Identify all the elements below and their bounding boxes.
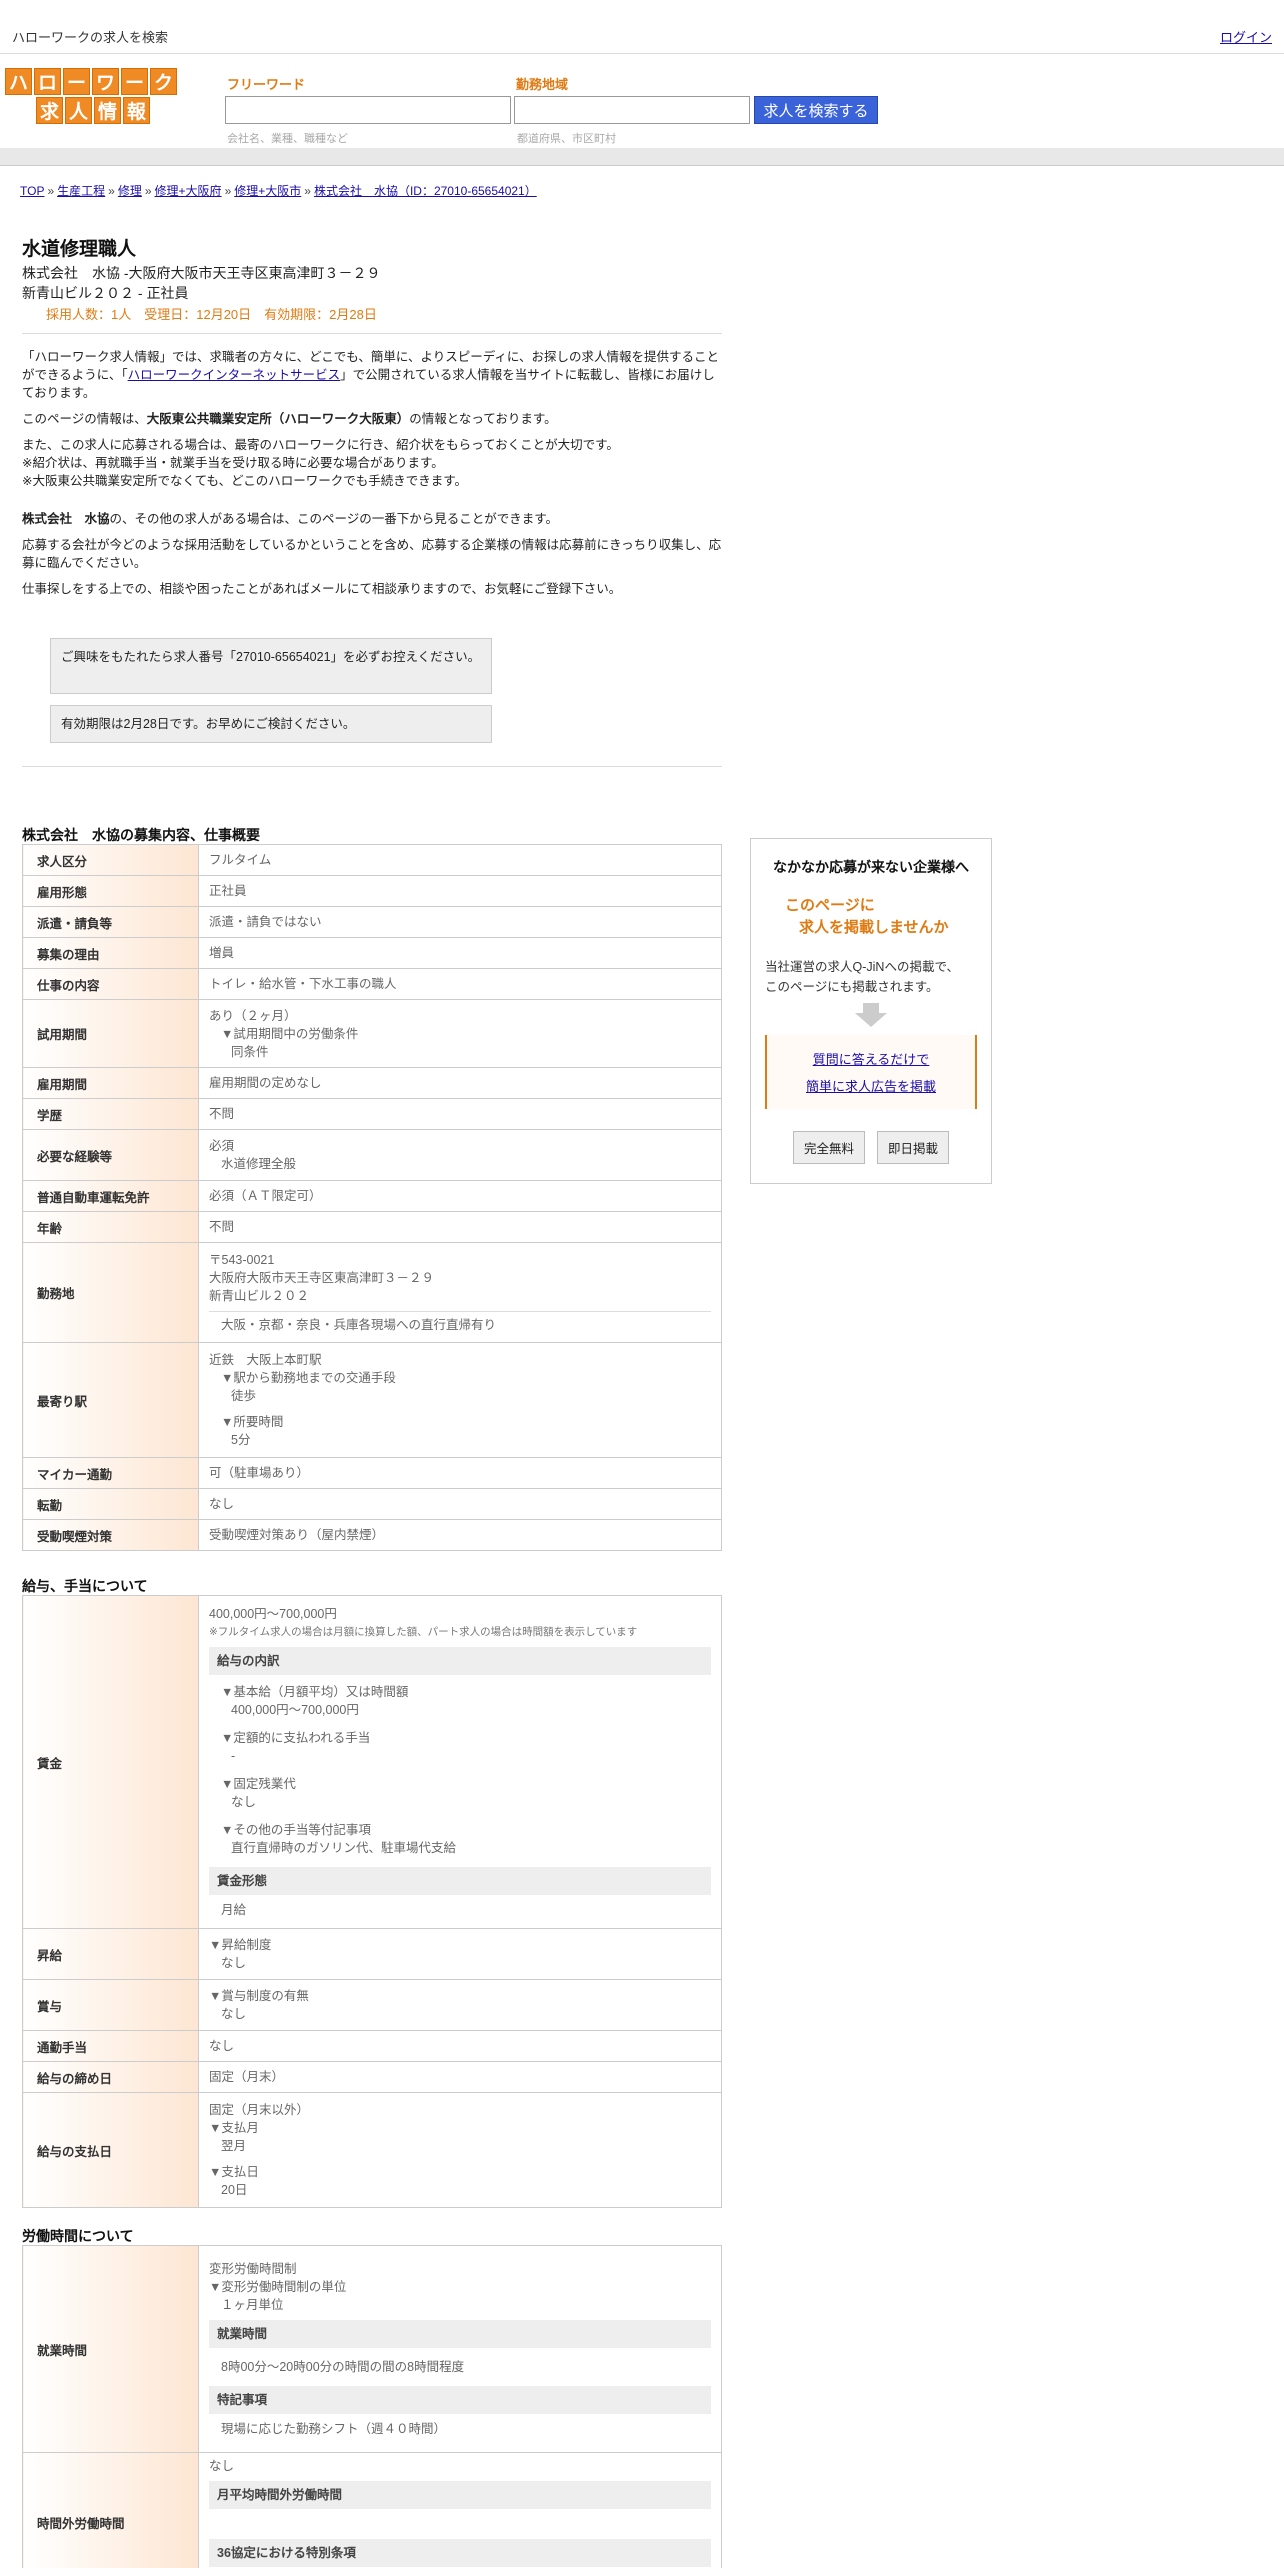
row-label: 勤務地 (22, 1242, 199, 1343)
row-label: 学歴 (22, 1098, 199, 1130)
row-value: フルタイム (198, 844, 722, 876)
row-label: 必要な経験等 (22, 1129, 199, 1181)
row-value: ▼賞与制度の有無 なし (198, 1979, 722, 2031)
ad-title: なかなか応募が来ない企業様へ (773, 859, 969, 875)
login-link[interactable]: ログイン (1220, 27, 1272, 46)
row-value: 受動喫煙対策あり（屋内禁煙） (198, 1519, 722, 1551)
breadcrumb: TOP» 生産工程» 修理» 修理+大阪府» 修理+大阪市» 株式会社 水協（ID：270… (20, 184, 537, 198)
advertise-box: なかなか応募が来ない企業様へ このページに 求人を掲載しませんか 当社運営の求人… (750, 838, 992, 1184)
row-value: あり（２ヶ月） ▼試用期間中の労働条件 同条件 (198, 999, 722, 1068)
logo[interactable]: ハ ロ ー ワ ー ク 求 人 情 報 (5, 68, 181, 126)
salary-table: 賃金 400,000円〜700,000円 ※フルタイム求人の場合は月額に換算した… (22, 1595, 722, 2208)
down-arrow-icon (863, 1003, 879, 1013)
row-value: 正社員 (198, 875, 722, 907)
row-label: 賃金 (22, 1595, 199, 1929)
area-label: 勤務地域 (516, 77, 569, 92)
free-button[interactable]: 完全無料 (792, 1131, 865, 1164)
top-bar: ハローワークの求人を検索 ログイン (0, 0, 1284, 54)
keyword-input[interactable] (225, 96, 511, 124)
breadcrumb-prefecture[interactable]: 修理+大阪府 (155, 184, 222, 198)
row-label: 通勤手当 (22, 2030, 199, 2062)
row-label: 雇用期間 (22, 1067, 199, 1099)
job-title: 水道修理職人 (22, 239, 137, 260)
ad-text: 当社運営の求人Q-JiNへの掲載で、 このページにも掲載されます。 (765, 960, 959, 994)
row-label: 派遣・請負等 (22, 906, 199, 938)
header-divider (0, 148, 1284, 166)
keyword-label: フリーワード (227, 77, 306, 92)
row-value: なし (198, 2030, 722, 2062)
row-label: 最寄り駅 (22, 1342, 199, 1458)
row-value: 雇用期間の定めなし (198, 1067, 722, 1099)
area-input[interactable] (514, 96, 750, 124)
row-label: 時間外労働時間 (22, 2452, 199, 2568)
job-heading: 水道修理職人 株式会社 水協 -大阪府大阪市天王寺区東高津町３－２９ 新青山ビル… (22, 234, 722, 323)
hellowork-internet-link[interactable]: ハローワークインターネットサービス (128, 368, 341, 382)
row-label: 給与の支払日 (22, 2092, 199, 2208)
row-value: トイレ・給水管・下水工事の職人 (198, 968, 722, 1000)
ad-links: 質問に答えるだけで 簡単に求人広告を掲載 (765, 1035, 977, 1109)
site-title: ハローワークの求人を検索 (12, 30, 169, 45)
ad-buttons: 完全無料 即日掲載 (751, 1131, 991, 1164)
breadcrumb-category[interactable]: 生産工程 (57, 184, 105, 198)
down-arrow-icon (855, 1013, 887, 1027)
row-label: 求人区分 (22, 844, 199, 876)
search-button[interactable]: 求人を検索する (754, 96, 878, 124)
row-label: 昇給 (22, 1928, 199, 1980)
row-value: なし (198, 1488, 722, 1520)
row-value: なし 月平均時間外労働時間 36協定における特別条項 (198, 2452, 722, 2568)
breadcrumb-subcategory[interactable]: 修理 (118, 184, 142, 198)
notice-expiry: 有効期限は2月28日です。お早めにご検討ください。 (50, 705, 492, 743)
row-value: 必須（ＡＴ限定可） (198, 1180, 722, 1212)
summary-table: 求人区分 フルタイム 雇用形態 正社員 派遣・請負等 派遣・請負ではない 募集の理由増… (22, 844, 722, 1551)
notice-job-number: ご興味をもたれたら求人番号「27010-65654021」を必ずお控えください。 (50, 638, 492, 694)
same-day-button[interactable]: 即日掲載 (877, 1131, 950, 1164)
breadcrumb-city[interactable]: 修理+大阪市 (234, 184, 301, 198)
row-label: 年齢 (22, 1211, 199, 1243)
row-value: 400,000円〜700,000円 ※フルタイム求人の場合は月額に換算した額、パ… (198, 1595, 722, 1929)
breadcrumb-company[interactable]: 株式会社 水協（ID：27010-65654021） (314, 184, 537, 198)
row-value: 固定（月末） (198, 2061, 722, 2093)
row-label: 募集の理由 (22, 937, 199, 969)
ad-catch: このページに 求人を掲載しませんか (785, 897, 949, 936)
row-label: 普通自動車運転免許 (22, 1180, 199, 1212)
area-hint: 都道府県、市区町村 (517, 133, 616, 145)
row-label: 給与の締め日 (22, 2061, 199, 2093)
row-label: 試用期間 (22, 999, 199, 1068)
ad-link-post[interactable]: 簡単に求人広告を掲載 (767, 1076, 975, 1095)
section-salary-title: 給与、手当について (22, 1578, 148, 1594)
row-value: 〒543-0021 大阪府大阪市天王寺区東高津町３－２９ 新青山ビル２０２ 大阪・京都… (198, 1242, 722, 1343)
row-label: 受動喫煙対策 (22, 1519, 199, 1551)
row-value: 近鉄 大阪上本町駅 ▼駅から勤務地までの交通手段 徒歩 ▼所要時間 5分 (198, 1342, 722, 1458)
ad-link-questions[interactable]: 質問に答えるだけで (767, 1049, 975, 1068)
row-label: 転勤 (22, 1488, 199, 1520)
row-label: 仕事の内容 (22, 968, 199, 1000)
section-hours-title: 労働時間について (22, 2228, 134, 2244)
job-company: 株式会社 水協 -大阪府大阪市天王寺区東高津町３－２９ 新青山ビル２０２ - 正… (22, 265, 381, 301)
row-value: 変形労働時間制 ▼変形労働時間制の単位 １ヶ月単位 就業時間 8時00分〜20時… (198, 2245, 722, 2453)
row-value: 必須 水道修理全般 (198, 1129, 722, 1181)
row-label: 就業時間 (22, 2245, 199, 2453)
row-value: 可（駐車場あり） (198, 1457, 722, 1489)
row-value: 派遣・請負ではない (198, 906, 722, 938)
row-label: マイカー通勤 (22, 1457, 199, 1489)
row-value: 不問 (198, 1098, 722, 1130)
row-label: 賞与 (22, 1979, 199, 2031)
row-label: 雇用形態 (22, 875, 199, 907)
row-value: 固定（月末以外） ▼支払月 翌月 ▼支払日 20日 (198, 2092, 722, 2208)
section-summary-title: 株式会社 水協の募集内容、仕事概要 (22, 827, 260, 843)
breadcrumb-top[interactable]: TOP (20, 184, 44, 198)
divider (22, 333, 722, 334)
hours-table: 就業時間 変形労働時間制 ▼変形労働時間制の単位 １ヶ月単位 就業時間 8時00… (22, 2245, 722, 2568)
job-meta: 採用人数：1人 受理日：12月20日 有効期限：2月28日 (46, 307, 377, 322)
divider (22, 766, 722, 767)
intro-text: 「ハローワーク求人情報」では、求職者の方々に、どこでも、簡単に、よりスピーディに… (22, 350, 722, 596)
row-value: 不問 (198, 1211, 722, 1243)
row-value: 増員 (198, 937, 722, 969)
keyword-hint: 会社名、業種、職種など (227, 133, 348, 145)
row-value: ▼昇給制度 なし (198, 1928, 722, 1980)
